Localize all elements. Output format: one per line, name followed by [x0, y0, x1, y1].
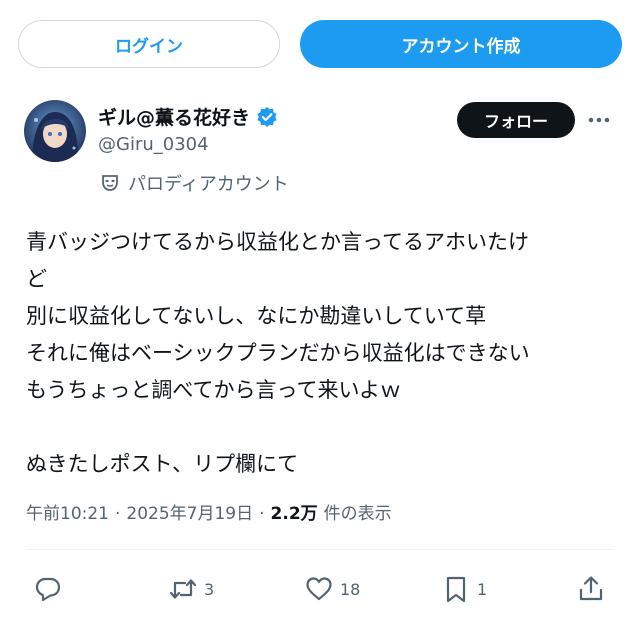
follow-button[interactable]: フォロー [457, 102, 575, 138]
tweet-date[interactable]: 2025年7月19日 [126, 499, 253, 524]
parody-mask-icon [102, 175, 118, 191]
heart-icon [306, 577, 332, 601]
top-auth-buttons: ログイン アカウント作成 [18, 20, 622, 68]
tweet-line: もうちょっと調べてから言って来いよｗ [26, 378, 402, 402]
tweet-line: 青バッジつけてるから収益化とか言ってるアホいたけ [26, 230, 529, 254]
tweet-meta: 午前10:21 · 2025年7月19日 · 2.2万 件の表示 [26, 499, 392, 524]
share-button[interactable] [576, 572, 606, 606]
login-button[interactable]: ログイン [18, 20, 280, 68]
display-name[interactable]: ギル@薫る花好き [98, 103, 250, 130]
reply-button[interactable] [33, 572, 63, 606]
create-account-button[interactable]: アカウント作成 [300, 20, 622, 68]
tweet-text: 青バッジつけてるから収益化とか言ってるアホいたけ ど 別に収益化してないし、なに… [26, 224, 606, 483]
parody-label-row: パロディアカウント [100, 170, 289, 196]
reply-icon [35, 577, 61, 602]
share-icon [579, 576, 603, 601]
divider [26, 549, 614, 550]
tweet-line: 別に収益化してないし、なにか勘違いしていて草 [26, 304, 487, 328]
view-count-label: 件の表示 [323, 504, 392, 524]
retweet-count: 3 [204, 579, 215, 599]
meta-separator: · [115, 504, 121, 524]
verified-badge-icon [257, 106, 277, 127]
view-count: 2.2万 [270, 504, 318, 524]
avatar[interactable] [24, 100, 86, 162]
bookmark-button[interactable]: 1 [441, 572, 487, 606]
author-name-row: ギル@薫る花好き [98, 103, 278, 130]
like-button[interactable]: 18 [304, 572, 360, 606]
more-options-icon[interactable] [586, 110, 612, 130]
retweet-icon [169, 579, 197, 599]
like-count: 18 [340, 579, 361, 599]
tweet-time[interactable]: 午前10:21 [26, 499, 109, 524]
parody-account-label: パロディアカウント [128, 174, 289, 195]
user-handle[interactable]: @Giru_0304 [98, 134, 209, 155]
retweet-button[interactable]: 3 [168, 572, 214, 606]
tweet-line: それに俺はベーシックプランだから収益化はできない [26, 341, 530, 365]
meta-separator: · [259, 504, 265, 524]
tweet-line: ぬきたしポスト、リプ欄にて [26, 452, 299, 476]
bookmark-icon [446, 576, 466, 603]
bookmark-count: 1 [477, 579, 488, 599]
tweet-line: ど [26, 267, 47, 291]
